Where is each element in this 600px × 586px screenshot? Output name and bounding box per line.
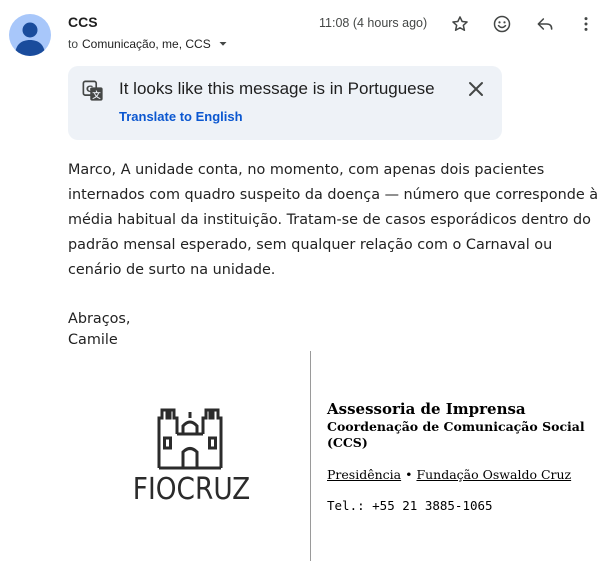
chevron-down-icon[interactable]: [217, 38, 229, 50]
emoji-reaction-button[interactable]: [490, 12, 514, 36]
close-icon[interactable]: [466, 79, 486, 99]
emoji-icon: [493, 15, 511, 33]
signature-divider: [310, 351, 311, 561]
star-icon: [452, 16, 468, 31]
to-label: to: [68, 37, 79, 51]
more-vert-icon: [584, 17, 588, 31]
signer-name: Camile: [68, 332, 118, 348]
signature-title: Assessoria de Imprensa: [327, 400, 526, 418]
star-button[interactable]: [448, 12, 472, 36]
translate-link[interactable]: Translate to English: [119, 109, 243, 124]
signature-department: Coordenação de Comunicação Social (CCS): [327, 419, 585, 450]
recipients-line[interactable]: to Comunicação, me, CCS: [68, 37, 229, 51]
closing-text: Abraços,: [68, 311, 131, 327]
timestamp: 11:08 (4 hours ago): [319, 16, 428, 30]
translate-message: It looks like this message is in Portugu…: [119, 79, 435, 98]
link-separator: •: [405, 467, 413, 482]
reply-icon: [537, 18, 553, 30]
more-options-button[interactable]: [574, 12, 598, 36]
svg-text:文: 文: [92, 90, 101, 100]
link-presidencia[interactable]: Presidência: [327, 467, 401, 482]
logo-wordmark: FIOCRUZ: [132, 472, 251, 507]
reply-button[interactable]: [533, 12, 557, 36]
email-signoff: Abraços, Camile: [68, 309, 131, 351]
signature-links: Presidência • Fundação Oswaldo Cruz: [327, 467, 597, 483]
email-body: Marco, A unidade conta, no momento, com …: [68, 162, 599, 278]
fiocruz-logo: FIOCRUZ: [125, 398, 255, 513]
recipients-list: Comunicação, me, CCS: [82, 37, 211, 51]
signature-phone: Tel.: +55 21 3885-1065: [327, 498, 493, 513]
castle-logo-icon: [157, 408, 223, 470]
translate-icon: G 文: [82, 80, 103, 101]
person-icon: [15, 22, 45, 56]
translate-banner: G 文 It looks like this message is in Por…: [68, 66, 502, 140]
link-fundacao[interactable]: Fundação Oswaldo Cruz: [416, 467, 571, 482]
sender-avatar[interactable]: [9, 14, 51, 56]
sender-name[interactable]: CCS: [68, 14, 98, 30]
signature-block: Assessoria de Imprensa Coordenação de Co…: [327, 400, 597, 513]
message-header: CCS to Comunicação, me, CCS 11:08 (4 hou…: [0, 0, 600, 60]
